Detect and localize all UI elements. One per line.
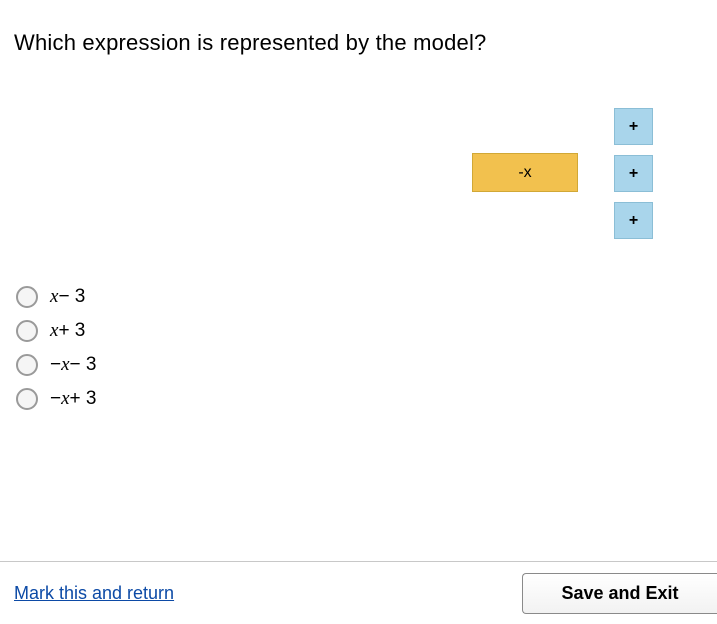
radio-button[interactable] — [16, 286, 38, 308]
tile-plus: + — [614, 155, 653, 192]
tile-negative-x: -x — [472, 153, 578, 192]
tile-plus: + — [614, 108, 653, 145]
model-diagram: -x + + + — [0, 100, 717, 250]
option-row[interactable]: x+ 3 — [16, 320, 97, 342]
radio-button[interactable] — [16, 320, 38, 342]
radio-button[interactable] — [16, 354, 38, 376]
question-text: Which expression is represented by the m… — [0, 0, 717, 56]
tile-plus: + — [614, 202, 653, 239]
option-label: −x− 3 — [50, 354, 97, 376]
option-label: x− 3 — [50, 286, 85, 308]
save-exit-button[interactable]: Save and Exit — [522, 573, 717, 614]
answer-options: x− 3 x+ 3 −x− 3 −x+ 3 — [16, 286, 97, 422]
mark-return-link[interactable]: Mark this and return — [14, 583, 174, 604]
footer-bar: Mark this and return Save and Exit — [0, 561, 717, 624]
option-row[interactable]: x− 3 — [16, 286, 97, 308]
option-row[interactable]: −x− 3 — [16, 354, 97, 376]
option-label: x+ 3 — [50, 320, 85, 342]
option-label: −x+ 3 — [50, 388, 97, 410]
radio-button[interactable] — [16, 388, 38, 410]
option-row[interactable]: −x+ 3 — [16, 388, 97, 410]
